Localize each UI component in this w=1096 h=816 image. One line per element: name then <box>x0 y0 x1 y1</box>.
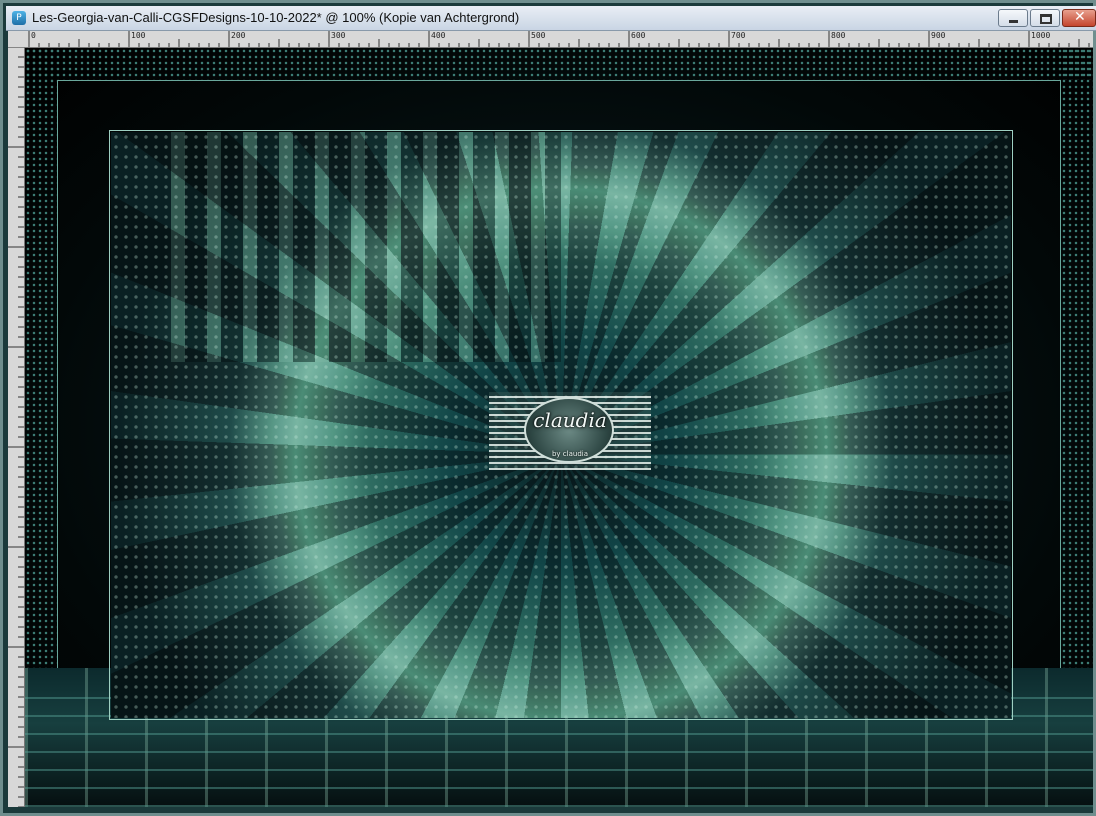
maximize-button[interactable] <box>1030 9 1060 27</box>
image-canvas[interactable]: claudia by claudia <box>25 48 1093 807</box>
minimize-icon <box>1009 20 1018 23</box>
title-bar[interactable]: P Les-Georgia-van-Calli-CGSFDesigns-10-1… <box>6 6 1096 31</box>
ruler-label: 1000 <box>1031 31 1051 40</box>
minimize-button[interactable] <box>998 9 1028 27</box>
close-icon: ✕ <box>1074 9 1086 25</box>
watermark: claudia by claudia <box>489 392 651 470</box>
ruler-label: 600 <box>631 31 646 40</box>
ruler-label: 500 <box>531 31 546 40</box>
document-window: P Les-Georgia-van-Calli-CGSFDesigns-10-1… <box>0 0 1096 816</box>
ruler-label: 100 <box>131 31 146 40</box>
window-title: Les-Georgia-van-Calli-CGSFDesigns-10-10-… <box>32 10 520 25</box>
close-button[interactable]: ✕ <box>1062 9 1096 27</box>
horizontal-ruler[interactable]: 0 100 200 300 400 500 600 700 800 900 1000 <box>25 31 1093 48</box>
ruler-label: 200 <box>231 31 246 40</box>
psp-icon[interactable]: P <box>12 11 26 25</box>
ruler-label: 700 <box>731 31 746 40</box>
dotted-border-top <box>25 48 1093 80</box>
vertical-ruler[interactable] <box>8 47 25 807</box>
ruler-label: 800 <box>831 31 846 40</box>
ruler-label: 0 <box>31 31 36 40</box>
watermark-text: claudia <box>533 408 607 432</box>
ruler-label: 900 <box>931 31 946 40</box>
maximize-icon <box>1040 14 1052 24</box>
ruler-corner <box>8 31 25 48</box>
ruler-label: 400 <box>431 31 446 40</box>
ruler-label: 300 <box>331 31 346 40</box>
vertical-ruler-ticks <box>8 47 24 807</box>
watermark-subtext: by claudia <box>551 450 588 458</box>
